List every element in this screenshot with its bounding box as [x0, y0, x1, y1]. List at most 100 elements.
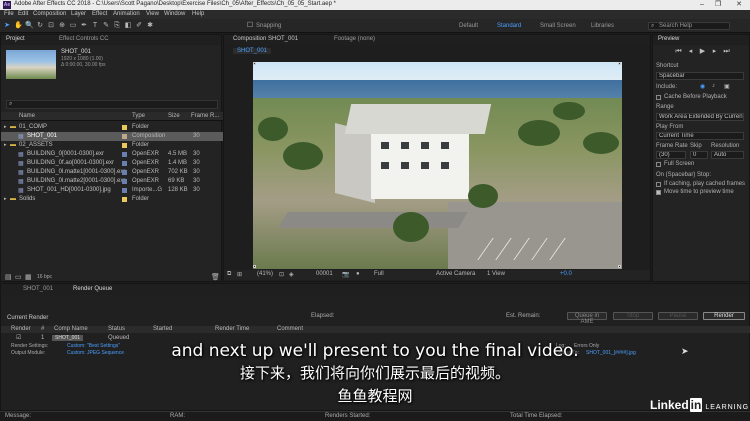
- menu-layer[interactable]: Layer: [71, 11, 86, 17]
- pause-button[interactable]: Pause: [658, 312, 698, 320]
- brush-tool-icon[interactable]: ✎: [102, 22, 110, 30]
- grid-icon[interactable]: ⊡: [279, 271, 284, 278]
- include-overlays-icon[interactable]: ▣: [724, 83, 730, 90]
- bit-depth-label[interactable]: 16 bpc: [37, 274, 52, 280]
- menu-animation[interactable]: Animation: [113, 11, 140, 17]
- search-help-input[interactable]: ⌕ Search Help: [648, 22, 730, 30]
- include-video-icon[interactable]: ◉: [700, 83, 705, 90]
- rq-col-status[interactable]: Status: [108, 326, 125, 332]
- frame-handle[interactable]: [618, 265, 621, 268]
- label-color-swatch[interactable]: [122, 197, 127, 202]
- stop-option1-checkbox[interactable]: [656, 182, 661, 187]
- hand-tool-icon[interactable]: ✋: [14, 22, 23, 30]
- frame-handle[interactable]: [618, 62, 621, 65]
- tab-footage[interactable]: Footage (none): [334, 36, 375, 42]
- resolution-dropdown-preview[interactable]: Auto: [711, 151, 744, 159]
- label-color-swatch[interactable]: [122, 170, 127, 175]
- workspace-standard[interactable]: Standard: [497, 23, 521, 29]
- tab-composition[interactable]: Composition SHOT_001: [233, 36, 298, 42]
- project-row[interactable]: ▸ ▬ Solids Folder: [1, 195, 223, 204]
- first-frame-icon[interactable]: ⏮: [674, 48, 683, 56]
- menu-window[interactable]: Window: [164, 11, 185, 17]
- render-checkbox[interactable]: ☑: [16, 334, 21, 341]
- composition-viewer[interactable]: [253, 62, 622, 269]
- project-row[interactable]: ▦ BUILDING_0[0001-0300].exr OpenEXR 4.5 MB 3…: [1, 150, 223, 159]
- next-frame-icon[interactable]: ▸: [710, 48, 719, 56]
- timecode-display[interactable]: 00001: [316, 271, 333, 277]
- project-row[interactable]: ▦ SHOT_001_HD[0001-0300].jpg Importe...G 12…: [1, 186, 223, 195]
- project-row[interactable]: ▸ ▬ 01_COMP Folder: [1, 123, 223, 132]
- label-color-swatch[interactable]: [122, 152, 127, 157]
- rectangle-tool-icon[interactable]: ▭: [69, 22, 77, 30]
- tab-project[interactable]: Project: [6, 36, 25, 42]
- frame-handle[interactable]: [253, 62, 256, 65]
- render-button[interactable]: Render: [703, 312, 745, 320]
- tab-render-queue[interactable]: Render Queue: [73, 286, 112, 292]
- label-color-swatch[interactable]: [122, 179, 127, 184]
- menu-edit[interactable]: Edit: [18, 11, 28, 17]
- stop-option2-checkbox[interactable]: [656, 190, 661, 195]
- new-composition-icon[interactable]: ▦: [25, 273, 32, 281]
- exposure-value[interactable]: +0.0: [560, 271, 572, 277]
- play-from-dropdown[interactable]: Current Time: [656, 132, 744, 140]
- label-color-swatch[interactable]: [122, 143, 127, 148]
- project-search-input[interactable]: ⌕: [6, 100, 218, 109]
- interpret-footage-icon[interactable]: ▤: [5, 273, 12, 281]
- workspace-small-screen[interactable]: Small Screen: [540, 23, 576, 29]
- project-row[interactable]: ▸ ▬ 02_ASSETS Folder: [1, 141, 223, 150]
- rq-col-started[interactable]: Started: [153, 326, 172, 332]
- cache-checkbox[interactable]: [656, 95, 661, 100]
- skip-input[interactable]: 0: [690, 151, 708, 159]
- shortcut-dropdown[interactable]: Spacebar: [656, 72, 744, 80]
- menu-view[interactable]: View: [146, 11, 159, 17]
- roto-brush-tool-icon[interactable]: ✐: [135, 22, 143, 30]
- camera-dropdown[interactable]: Active Camera: [436, 271, 475, 277]
- range-dropdown[interactable]: Work Area Extended By Current...: [656, 113, 744, 121]
- include-audio-icon[interactable]: ♪: [712, 83, 715, 89]
- delete-icon[interactable]: 🗑: [211, 273, 220, 281]
- label-color-swatch[interactable]: [122, 134, 127, 139]
- frame-rate-dropdown[interactable]: (30): [656, 151, 686, 159]
- rq-col-comp-name[interactable]: Comp Name: [54, 326, 88, 332]
- rq-col-render[interactable]: Render: [11, 326, 31, 332]
- puppet-tool-icon[interactable]: ✱: [146, 22, 154, 30]
- region-icon[interactable]: ⊞: [237, 271, 242, 278]
- previous-frame-icon[interactable]: ◂: [686, 48, 695, 56]
- col-size[interactable]: Size: [168, 113, 180, 119]
- pen-tool-icon[interactable]: ✒: [80, 22, 88, 30]
- rq-col-index[interactable]: #: [41, 326, 44, 332]
- menu-composition[interactable]: Composition: [33, 11, 66, 17]
- views-dropdown[interactable]: 1 View: [487, 271, 505, 277]
- col-type[interactable]: Type: [132, 113, 145, 119]
- snapshot-icon[interactable]: 📷: [342, 271, 349, 278]
- tab-preview[interactable]: Preview: [658, 36, 679, 42]
- composition-subtab[interactable]: SHOT_001: [233, 48, 272, 54]
- full-screen-checkbox[interactable]: [656, 162, 661, 167]
- color-icon[interactable]: ●: [356, 271, 360, 277]
- camera-tool-icon[interactable]: ⊡: [47, 22, 55, 30]
- label-color-swatch[interactable]: [122, 188, 127, 193]
- play-icon[interactable]: ▶: [698, 48, 707, 56]
- menu-effect[interactable]: Effect: [92, 11, 107, 17]
- new-folder-icon[interactable]: ▭: [15, 273, 22, 281]
- workspace-libraries[interactable]: Libraries: [591, 23, 614, 29]
- frame-handle[interactable]: [253, 265, 256, 268]
- expand-arrow-icon[interactable]: ▸: [4, 196, 7, 202]
- close-icon[interactable]: ✕: [732, 0, 746, 10]
- rotate-tool-icon[interactable]: ↻: [36, 22, 44, 30]
- eraser-tool-icon[interactable]: ◧: [124, 22, 132, 30]
- col-frame-rate[interactable]: Frame R...: [191, 113, 219, 119]
- clone-stamp-tool-icon[interactable]: ⎘: [113, 22, 121, 30]
- project-row[interactable]: ▦ BUILDING_0l.matte1[0001-0300].exr OpenEX…: [1, 168, 223, 177]
- project-row[interactable]: ▦ SHOT_001 Composition 30: [1, 132, 223, 141]
- zoom-tool-icon[interactable]: 🔍: [25, 22, 34, 30]
- menu-help[interactable]: Help: [192, 11, 204, 17]
- rq-col-render-time[interactable]: Render Time: [215, 326, 249, 332]
- menu-file[interactable]: File: [4, 11, 14, 17]
- tab-shot-timeline[interactable]: SHOT_001: [23, 286, 53, 292]
- pan-behind-tool-icon[interactable]: ⊕: [58, 22, 66, 30]
- selection-tool-icon[interactable]: ➤: [3, 22, 11, 30]
- col-name[interactable]: Name: [19, 113, 35, 119]
- expand-arrow-icon[interactable]: ▸: [4, 142, 7, 148]
- minimize-icon[interactable]: –: [695, 0, 709, 10]
